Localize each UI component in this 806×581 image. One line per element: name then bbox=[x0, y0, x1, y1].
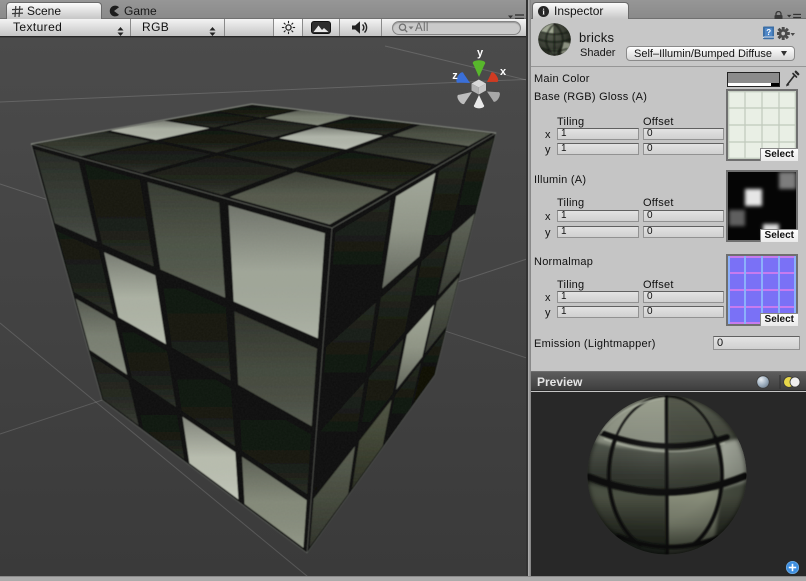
svg-text:?: ? bbox=[766, 28, 771, 37]
svg-text:z: z bbox=[452, 70, 458, 82]
svg-text:x: x bbox=[500, 66, 507, 78]
svg-text:y: y bbox=[477, 47, 484, 59]
